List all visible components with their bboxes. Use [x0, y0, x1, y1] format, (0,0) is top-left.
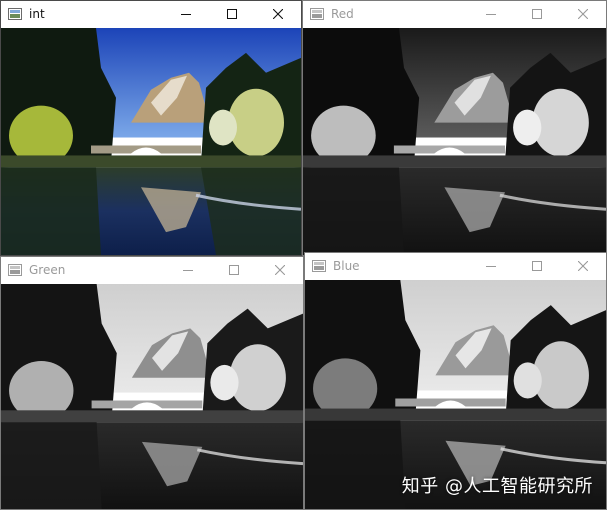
window-title: int [29, 7, 45, 21]
minimize-icon[interactable] [165, 257, 211, 283]
image-display [303, 28, 606, 255]
title-bar[interactable]: int [1, 1, 301, 27]
image-display [1, 28, 301, 255]
minimize-icon[interactable] [163, 1, 209, 27]
window-title: Green [29, 263, 66, 277]
watermark: 知乎 @人工智能研究所 [402, 472, 593, 498]
window-green[interactable]: Green [0, 256, 304, 510]
window-title: Blue [333, 259, 360, 273]
opencv-window-icon [8, 8, 22, 20]
window-int[interactable]: int [0, 0, 302, 256]
minimize-icon[interactable] [468, 253, 514, 279]
window-red[interactable]: Red [302, 0, 607, 256]
minimize-icon[interactable] [468, 1, 514, 27]
maximize-icon[interactable] [211, 257, 257, 283]
opencv-window-icon [312, 260, 326, 272]
maximize-icon[interactable] [209, 1, 255, 27]
watermark-text: 知乎 @人工智能研究所 [401, 476, 593, 497]
image-display [1, 284, 303, 509]
close-icon[interactable] [560, 1, 606, 27]
opencv-window-icon [8, 264, 22, 276]
window-title: Red [331, 7, 354, 21]
title-bar[interactable]: Blue [305, 253, 606, 279]
maximize-icon[interactable] [514, 253, 560, 279]
close-icon[interactable] [255, 1, 301, 27]
close-icon[interactable] [257, 257, 303, 283]
close-icon[interactable] [560, 253, 606, 279]
opencv-window-icon [310, 8, 324, 20]
title-bar[interactable]: Green [1, 257, 303, 283]
title-bar[interactable]: Red [303, 1, 606, 27]
maximize-icon[interactable] [514, 1, 560, 27]
